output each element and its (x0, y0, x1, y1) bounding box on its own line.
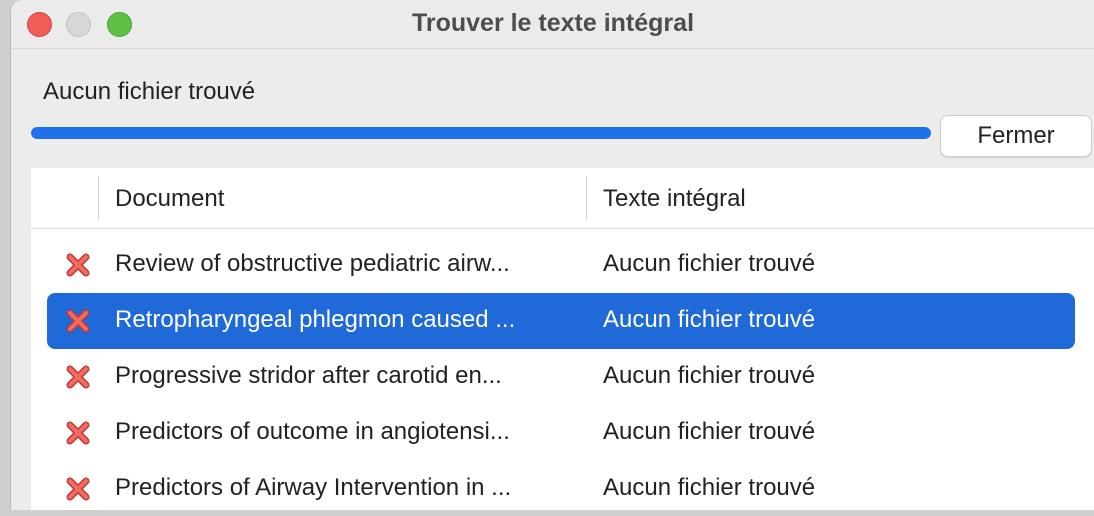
column-separator[interactable] (98, 176, 99, 220)
progress-bar-fill (31, 127, 931, 139)
table-row[interactable]: Predictors of outcome in angiotensi... Au… (47, 405, 1075, 461)
red-x-icon (64, 363, 92, 391)
column-separator[interactable] (586, 176, 587, 220)
column-header-fulltext[interactable]: Texte intégral (603, 185, 746, 213)
find-fulltext-window: Trouver le texte intégral Aucun fichier … (10, 0, 1094, 510)
title-bar: Trouver le texte intégral (11, 0, 1094, 49)
red-x-icon (64, 251, 92, 279)
results-table: Document Texte intégral Review of obstru… (31, 168, 1094, 510)
fulltext-status-cell: Aucun fichier trouvé (603, 306, 816, 333)
table-row[interactable]: Predictors of Airway Intervention in ...… (47, 461, 1075, 510)
fulltext-status-cell: Aucun fichier trouvé (603, 250, 816, 277)
red-x-icon (64, 307, 92, 335)
close-button[interactable]: Fermer (940, 115, 1092, 157)
red-x-icon (64, 419, 92, 447)
red-x-icon (64, 475, 92, 503)
table-row[interactable]: Progressive stridor after carotid en... A… (47, 349, 1075, 405)
document-title-cell: Review of obstructive pediatric airw... (115, 250, 510, 277)
column-header-document[interactable]: Document (115, 185, 224, 213)
document-title-cell: Predictors of outcome in angiotensi... (115, 418, 510, 445)
progress-bar (31, 127, 931, 139)
status-text: Aucun fichier trouvé (43, 78, 256, 105)
document-title-cell: Retropharyngeal phlegmon caused ... (115, 306, 516, 333)
fulltext-status-cell: Aucun fichier trouvé (603, 474, 816, 501)
window-title: Trouver le texte intégral (411, 9, 695, 37)
document-title-cell: Predictors of Airway Intervention in ... (115, 474, 512, 501)
fulltext-status-cell: Aucun fichier trouvé (603, 362, 816, 389)
fulltext-status-cell: Aucun fichier trouvé (603, 418, 816, 445)
table-row[interactable]: Review of obstructive pediatric airw... A… (47, 237, 1075, 293)
table-row[interactable]: Retropharyngeal phlegmon caused ... Aucun… (47, 293, 1075, 349)
document-title-cell: Progressive stridor after carotid en... (115, 362, 502, 389)
table-header: Document Texte intégral (31, 168, 1094, 229)
